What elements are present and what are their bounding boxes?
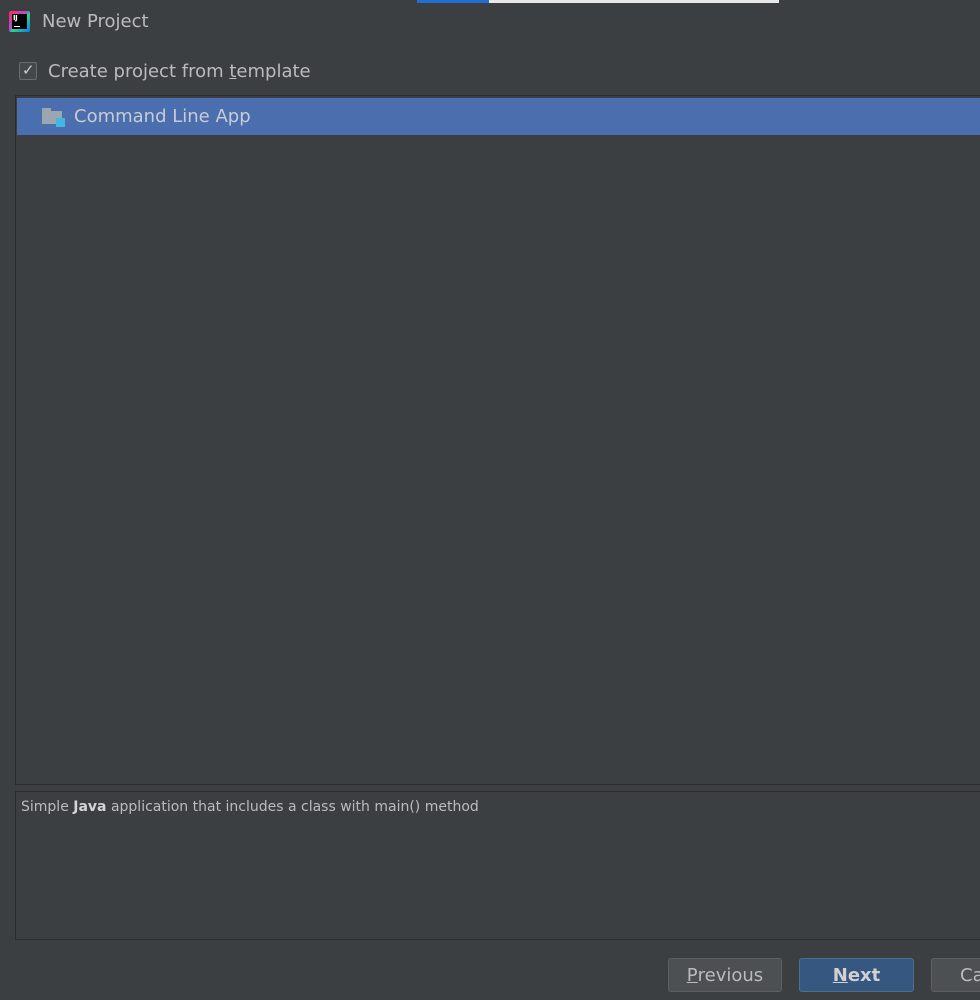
template-list[interactable]: Command Line App (15, 95, 980, 785)
progress-bar-track (489, 0, 779, 3)
template-label: Command Line App (74, 106, 251, 127)
intellij-idea-icon: IJ (9, 11, 30, 32)
folder-icon (42, 107, 65, 127)
create-from-template-checkbox[interactable]: ✓ (19, 61, 37, 80)
next-button[interactable]: Next (799, 958, 914, 992)
progress-bar-fill (417, 0, 489, 3)
window-title: New Project (42, 11, 149, 32)
cancel-button[interactable]: Ca (931, 958, 980, 992)
progress-bar (417, 0, 779, 3)
title-bar: IJ New Project (0, 0, 980, 44)
description-text: Simple Java application that includes a … (21, 799, 479, 815)
create-from-template-label[interactable]: Create project from template (48, 61, 311, 82)
template-description: Simple Java application that includes a … (15, 791, 980, 940)
checkmark-icon: ✓ (22, 61, 35, 79)
new-project-dialog: IJ New Project ✓ Create project from tem… (0, 0, 980, 1000)
list-item-command-line-app[interactable]: Command Line App (17, 98, 980, 135)
create-from-template-option[interactable]: ✓ Create project from template (19, 60, 311, 82)
previous-button[interactable]: Previous (668, 958, 782, 992)
